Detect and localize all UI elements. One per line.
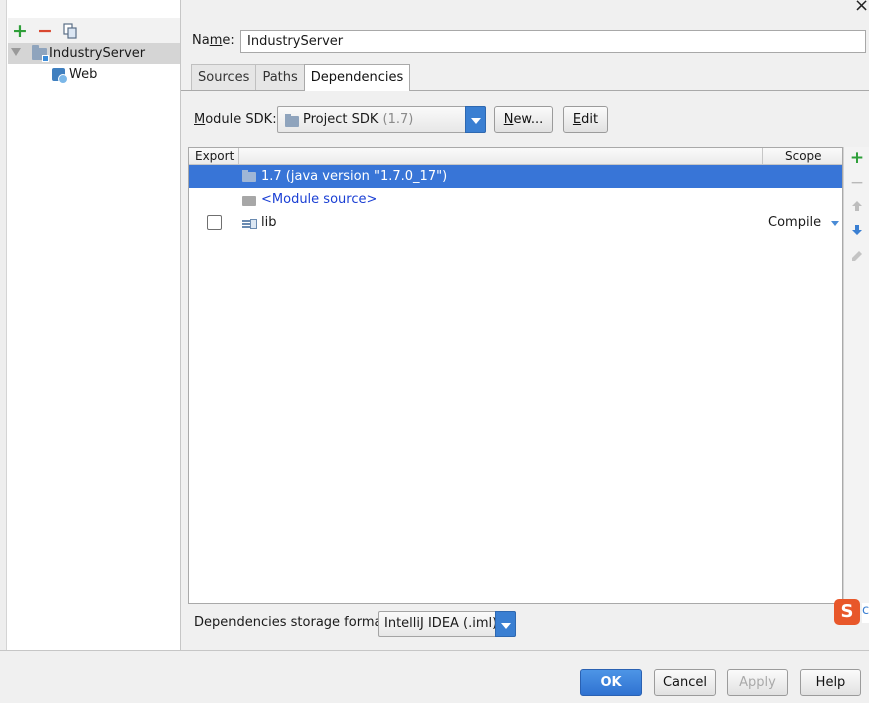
pencil-icon <box>852 251 862 261</box>
storage-format-label: Dependencies storage format: <box>194 615 392 630</box>
jdk-folder-icon <box>242 170 256 182</box>
sdk-folder-icon <box>285 114 299 127</box>
move-up-button[interactable] <box>849 200 865 216</box>
apply-button[interactable]: Apply <box>727 669 788 696</box>
cancel-button[interactable]: Cancel <box>654 669 716 696</box>
tab-dependencies[interactable]: Dependencies <box>303 64 411 91</box>
dependencies-toolbar: + − <box>843 147 869 604</box>
column-header-export[interactable]: Export <box>195 149 234 163</box>
export-checkbox[interactable] <box>207 215 222 230</box>
copy-icon <box>63 23 77 39</box>
table-header: Export Scope <box>189 148 842 165</box>
ime-indicator-icon[interactable]: S <box>834 599 860 625</box>
table-row[interactable]: lib Compile <box>189 211 842 234</box>
help-button[interactable]: Help <box>800 669 861 696</box>
move-down-button[interactable] <box>849 224 865 240</box>
plus-icon: + <box>12 19 28 42</box>
edit-dependency-button[interactable] <box>849 250 865 266</box>
tab-sources[interactable]: Sources <box>191 64 257 90</box>
tree-item-industryserver[interactable]: IndustryServer <box>8 43 180 64</box>
module-tree-panel <box>0 0 181 650</box>
tree-item-web[interactable]: Web <box>8 64 180 85</box>
chevron-down-icon[interactable] <box>465 106 486 133</box>
minus-icon: − <box>37 19 53 42</box>
dependency-name: 1.7 (java version "1.7.0_17") <box>261 169 448 184</box>
new-sdk-button[interactable]: New... <box>494 106 553 133</box>
column-header-scope[interactable]: Scope <box>785 149 822 163</box>
edit-sdk-button[interactable]: Edit <box>563 106 608 133</box>
arrow-up-icon <box>852 201 862 211</box>
module-folder-icon <box>32 45 49 62</box>
chevron-down-icon[interactable] <box>495 611 516 637</box>
web-facet-icon <box>52 68 68 84</box>
remove-dependency-button[interactable]: − <box>849 175 865 192</box>
tree-item-label: IndustryServer <box>49 46 146 61</box>
table-row[interactable]: 1.7 (java version "1.7.0_17") <box>189 165 842 188</box>
scope-value[interactable]: Compile <box>768 215 821 230</box>
copy-module-button[interactable] <box>60 21 80 41</box>
dependencies-table: Export Scope 1.7 (java version "1.7.0_17… <box>188 147 843 604</box>
table-row[interactable]: <Module source> <box>189 188 842 211</box>
left-edge-strip <box>0 0 7 650</box>
tab-divider <box>181 90 869 91</box>
module-tree-toolbar: + − <box>8 18 180 44</box>
dialog-divider <box>0 650 869 651</box>
expand-arrow-icon[interactable] <box>11 48 21 56</box>
library-icon <box>242 218 257 230</box>
name-label: Name: <box>192 33 235 48</box>
module-sdk-select[interactable]: Project SDK (1.7) <box>277 106 486 133</box>
add-module-button[interactable]: + <box>10 21 30 41</box>
tree-item-label: Web <box>69 67 98 82</box>
chevron-down-icon[interactable] <box>831 221 839 226</box>
storage-format-select[interactable]: IntelliJ IDEA (.iml) <box>378 611 516 637</box>
dependency-name: <Module source> <box>261 192 378 207</box>
dependency-name: lib <box>261 215 277 230</box>
module-tabs: Sources Paths Dependencies <box>191 64 411 91</box>
close-icon[interactable]: × <box>854 0 869 16</box>
module-name-input[interactable]: IndustryServer <box>240 30 866 53</box>
add-dependency-button[interactable]: + <box>849 150 865 167</box>
arrow-down-icon <box>852 225 862 235</box>
module-source-folder-icon <box>242 196 256 206</box>
ime-edge-text: c <box>862 603 869 623</box>
sdk-selected-value: Project SDK (1.7) <box>303 112 414 127</box>
module-sdk-label: Module SDK: <box>194 112 277 127</box>
remove-module-button[interactable]: − <box>35 21 55 41</box>
storage-format-value: IntelliJ IDEA (.iml) <box>384 616 498 631</box>
ok-button[interactable]: OK <box>580 669 642 696</box>
tab-paths[interactable]: Paths <box>255 64 305 90</box>
